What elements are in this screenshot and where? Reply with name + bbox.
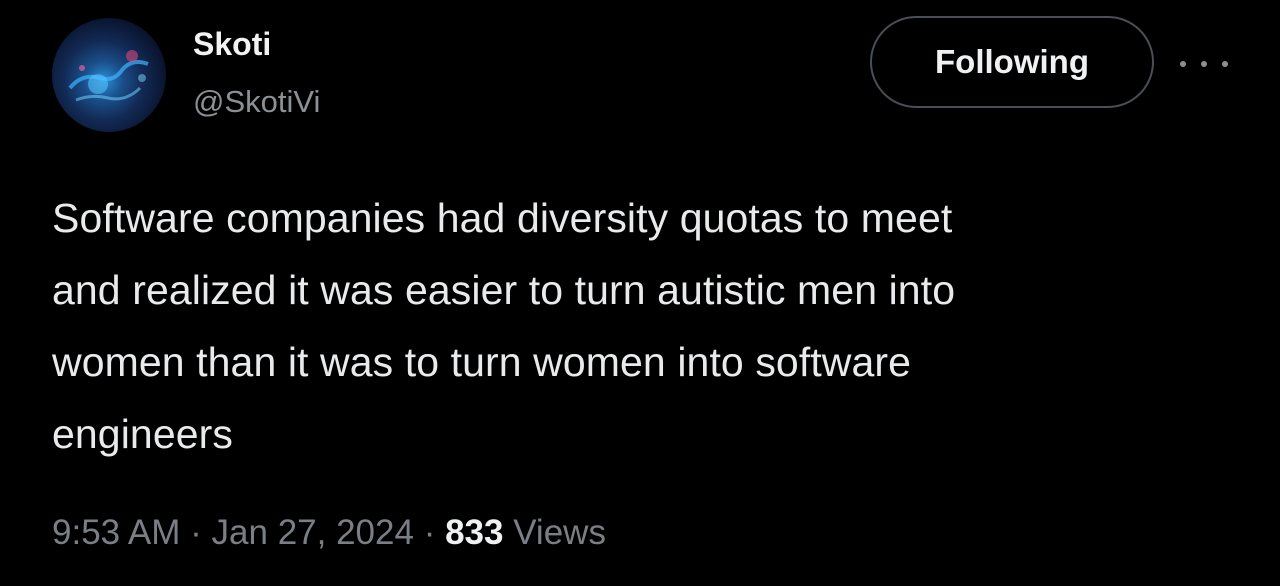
avatar-image: [68, 50, 149, 102]
avatar[interactable]: [52, 18, 166, 132]
tweet-text: Software companies had diversity quotas …: [52, 182, 1232, 470]
meta-separator: ·: [423, 513, 436, 552]
tweet-date[interactable]: Jan 27, 2024: [212, 513, 414, 552]
more-dot: [1180, 61, 1186, 67]
more-dot: [1222, 61, 1228, 67]
views-count: 833: [445, 513, 504, 552]
tweet-time[interactable]: 9:53 AM: [52, 513, 180, 552]
following-button[interactable]: Following: [870, 16, 1154, 108]
tweet-metadata: 9:53 AM · Jan 27, 2024 · 833 Views: [52, 513, 606, 553]
more-dot: [1201, 61, 1207, 67]
tweet-text-line: women than it was to turn women into sof…: [52, 339, 912, 385]
tweet-card: Skoti @SkotiVi Following Software compan…: [0, 0, 1280, 586]
user-handle[interactable]: @SkotiVi: [193, 84, 320, 120]
views-label: Views: [513, 513, 606, 552]
tweet-text-line: Software companies had diversity quotas …: [52, 195, 953, 241]
meta-separator: ·: [190, 513, 202, 552]
tweet-text-line: engineers: [52, 411, 233, 457]
display-name[interactable]: Skoti: [193, 26, 271, 63]
more-horizontal-icon[interactable]: [1180, 52, 1228, 76]
tweet-text-line: and realized it was easier to turn autis…: [52, 267, 956, 313]
